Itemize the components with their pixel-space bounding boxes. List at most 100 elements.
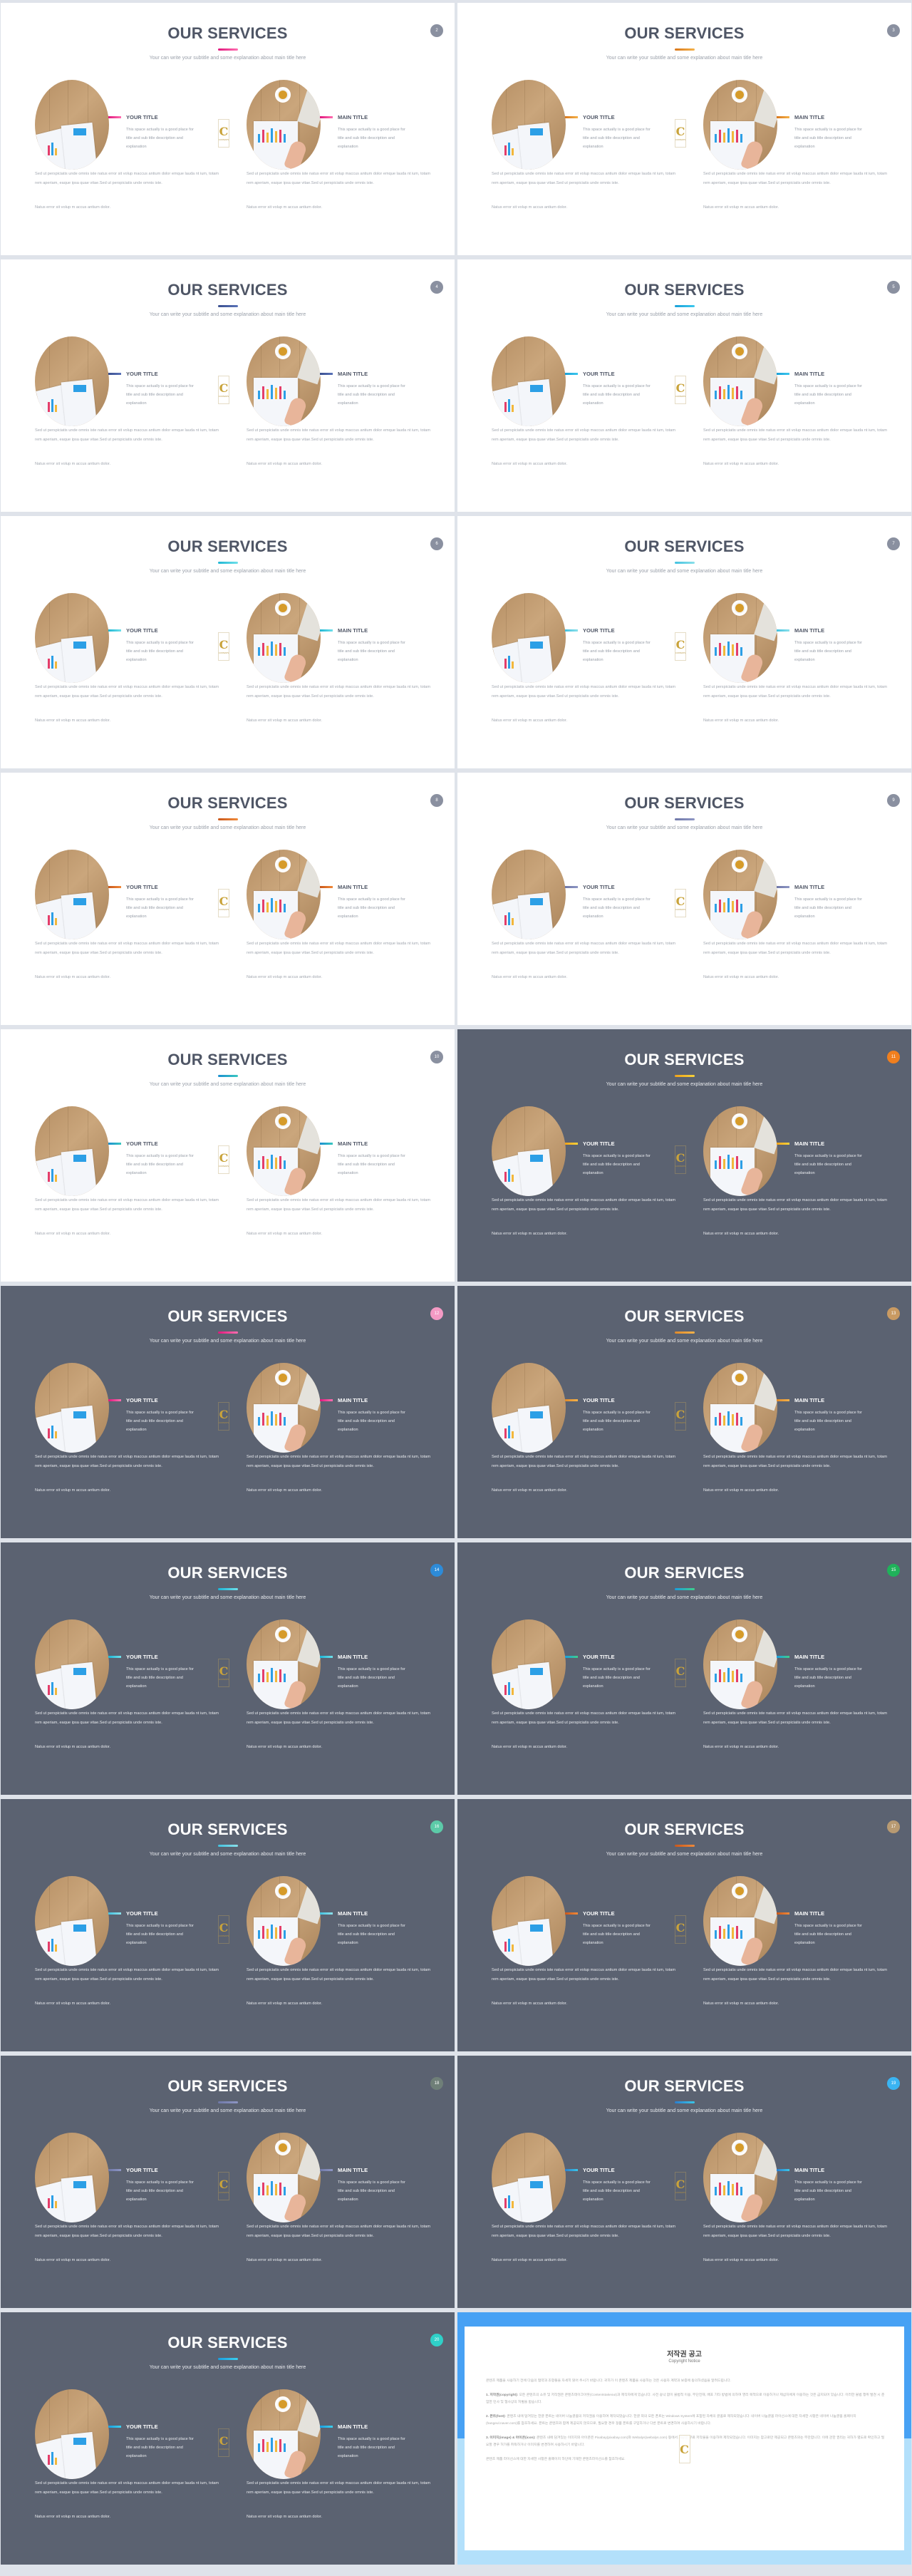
body-paragraph: Sed ut perspiciatis unde omnis iste natu… — [247, 942, 431, 955]
slide-thumbnail-7[interactable]: OUR SERVICES Your can write your subtitl… — [457, 516, 911, 768]
slide-title: OUR SERVICES — [624, 1564, 745, 1582]
slide-thumbnail-copyright[interactable]: 저작권 공고 Copyright Notice 콘텐츠 제품을 사용하기 전에 … — [457, 2312, 911, 2565]
slide-subtitle: Your can write your subtitle and some ex… — [606, 569, 763, 574]
connector-line — [777, 629, 789, 632]
connector-line — [777, 2169, 789, 2171]
body-note: Natus error sit volup m accus antium dol… — [247, 1232, 323, 1236]
item-description: This space actually is a good place for … — [794, 1154, 862, 1175]
connector-line — [320, 373, 333, 375]
slide-thumbnail-8[interactable]: OUR SERVICES Your can write your subtitl… — [1, 773, 455, 1025]
connector-line — [320, 1656, 333, 1658]
slide-thumbnail-15[interactable]: OUR SERVICES Your can write your subtitl… — [457, 1542, 911, 1795]
page-number-badge: 6 — [430, 537, 443, 550]
body-paragraph: Sed ut perspiciatis unde omnis iste natu… — [35, 1198, 219, 1212]
slide-thumbnail-5[interactable]: OUR SERVICES Your can write your subtitl… — [457, 259, 911, 512]
copyright-section: 1. 저작권(copyright): 모든 콘텐츠의 소유 및 저작권은 콘텐츠… — [486, 2392, 886, 2406]
connector-line — [777, 116, 789, 118]
slide-title: OUR SERVICES — [167, 2334, 288, 2351]
documents-photo — [492, 850, 566, 939]
coffee-cup-icon — [732, 1370, 747, 1386]
contents-logo: C — [678, 2435, 690, 2463]
connector-line — [565, 1143, 578, 1145]
item-title: MAIN TITLE — [794, 1140, 825, 1147]
documents-photo — [35, 2389, 109, 2479]
slide-thumbnail-16[interactable]: OUR SERVICES Your can write your subtitl… — [1, 1799, 455, 2051]
slide-thumbnail-19[interactable]: OUR SERVICES Your can write your subtitl… — [457, 2056, 911, 2308]
coffee-cup-icon — [732, 344, 747, 359]
item-title: MAIN TITLE — [338, 2167, 368, 2173]
slide-title: OUR SERVICES — [624, 1307, 745, 1325]
item-description: This space actually is a good place for … — [338, 1667, 405, 1689]
body-paragraph: Sed ut perspiciatis unde omnis iste natu… — [703, 942, 888, 955]
page-number-badge: 16 — [430, 1820, 443, 1833]
logo-text: CONTENTS — [218, 2448, 229, 2451]
slide-thumbnail-20[interactable]: OUR SERVICES Your can write your subtitl… — [1, 2312, 455, 2565]
connector-line — [320, 1143, 333, 1145]
logo-text: CONTENTS — [675, 2191, 686, 2194]
title-accent-bar — [674, 1588, 695, 1590]
body-paragraph: Sed ut perspiciatis unde omnis iste natu… — [492, 942, 676, 955]
body-note: Natus error sit volup m accus antium dol… — [492, 2001, 568, 2006]
slide-subtitle: Your can write your subtitle and some ex… — [149, 1339, 306, 1344]
item-description: This space actually is a good place for … — [338, 2180, 405, 2202]
body-note: Natus error sit volup m accus antium dol… — [35, 205, 111, 210]
slide-thumbnail-10[interactable]: OUR SERVICES Your can write your subtitl… — [1, 1029, 455, 1282]
slide-thumbnail-18[interactable]: OUR SERVICES Your can write your subtitl… — [1, 2056, 455, 2308]
slide-thumbnail-4[interactable]: OUR SERVICES Your can write your subtitl… — [1, 259, 455, 512]
item-title: MAIN TITLE — [794, 1397, 825, 1403]
slide-thumbnail-3[interactable]: OUR SERVICES Your can write your subtitl… — [457, 3, 911, 255]
body-paragraph: Sed ut perspiciatis unde omnis iste natu… — [247, 1198, 431, 1212]
connector-line — [108, 886, 121, 888]
body-paragraph: Sed ut perspiciatis unde omnis iste natu… — [247, 1455, 431, 1468]
item-description: This space actually is a good place for … — [794, 1667, 862, 1689]
item-description: This space actually is a good place for … — [126, 1411, 194, 1432]
logo-letter: C — [675, 894, 685, 908]
page-number-badge: 4 — [430, 281, 443, 294]
slide-thumbnail-14[interactable]: OUR SERVICES Your can write your subtitl… — [1, 1542, 455, 1795]
body-paragraph: Sed ut perspiciatis unde omnis iste natu… — [492, 2225, 676, 2238]
slide-thumbnail-2[interactable]: OUR SERVICES Your can write your subtitl… — [1, 3, 455, 255]
slide-subtitle: Your can write your subtitle and some ex… — [149, 825, 306, 830]
item-description: This space actually is a good place for … — [338, 897, 405, 919]
body-paragraph: Sed ut perspiciatis unde omnis iste natu… — [703, 1968, 888, 1982]
item-title: MAIN TITLE — [338, 1654, 368, 1660]
slide-title: OUR SERVICES — [167, 281, 288, 299]
documents-photo — [35, 2133, 109, 2222]
page-number-badge: 10 — [430, 1051, 443, 1063]
body-note: Natus error sit volup m accus antium dol… — [35, 718, 111, 723]
slide-thumbnail-17[interactable]: OUR SERVICES Your can write your subtitl… — [457, 1799, 911, 2051]
documents-photo — [35, 336, 109, 426]
logo-text: CONTENTS — [675, 908, 686, 911]
connector-line — [777, 1399, 789, 1401]
chart-report-photo — [247, 1876, 321, 1966]
item-title: YOUR TITLE — [583, 1397, 615, 1403]
body-note: Natus error sit volup m accus antium dol… — [247, 205, 323, 210]
connector-line — [565, 373, 578, 375]
title-accent-bar — [217, 1845, 238, 1847]
item-description: This space actually is a good place for … — [794, 1411, 862, 1432]
slide-thumbnail-9[interactable]: OUR SERVICES Your can write your subtitl… — [457, 773, 911, 1025]
body-paragraph: Sed ut perspiciatis unde omnis iste natu… — [492, 1968, 676, 1982]
slide-thumbnail-6[interactable]: OUR SERVICES Your can write your subtitl… — [1, 516, 455, 768]
body-note: Natus error sit volup m accus antium dol… — [35, 2001, 111, 2006]
logo-letter: C — [219, 1407, 229, 1421]
title-accent-bar — [217, 2358, 238, 2360]
item-description: This space actually is a good place for … — [126, 897, 194, 919]
slide-thumbnail-11[interactable]: OUR SERVICES Your can write your subtitl… — [457, 1029, 911, 1282]
body-paragraph: Sed ut perspiciatis unde omnis iste natu… — [35, 1968, 219, 1982]
item-description: This space actually is a good place for … — [126, 641, 194, 662]
contents-logo: C CONTENTS — [218, 2172, 229, 2200]
slide-subtitle: Your can write your subtitle and some ex… — [149, 56, 306, 61]
slide-subtitle: Your can write your subtitle and some ex… — [149, 1595, 306, 1600]
coffee-cup-icon — [275, 87, 291, 103]
logo-letter: C — [675, 1920, 685, 1934]
slide-thumbnail-12[interactable]: OUR SERVICES Your can write your subtitl… — [1, 1286, 455, 1538]
logo-text: CONTENTS — [218, 1678, 229, 1681]
slide-title: OUR SERVICES — [167, 537, 288, 555]
slide-thumbnail-13[interactable]: OUR SERVICES Your can write your subtitl… — [457, 1286, 911, 1538]
page-number-badge: 12 — [430, 1307, 443, 1320]
coffee-cup-icon — [275, 600, 291, 616]
connector-line — [565, 886, 578, 888]
page-number-badge: 17 — [887, 1820, 900, 1833]
logo-letter: C — [675, 381, 685, 395]
